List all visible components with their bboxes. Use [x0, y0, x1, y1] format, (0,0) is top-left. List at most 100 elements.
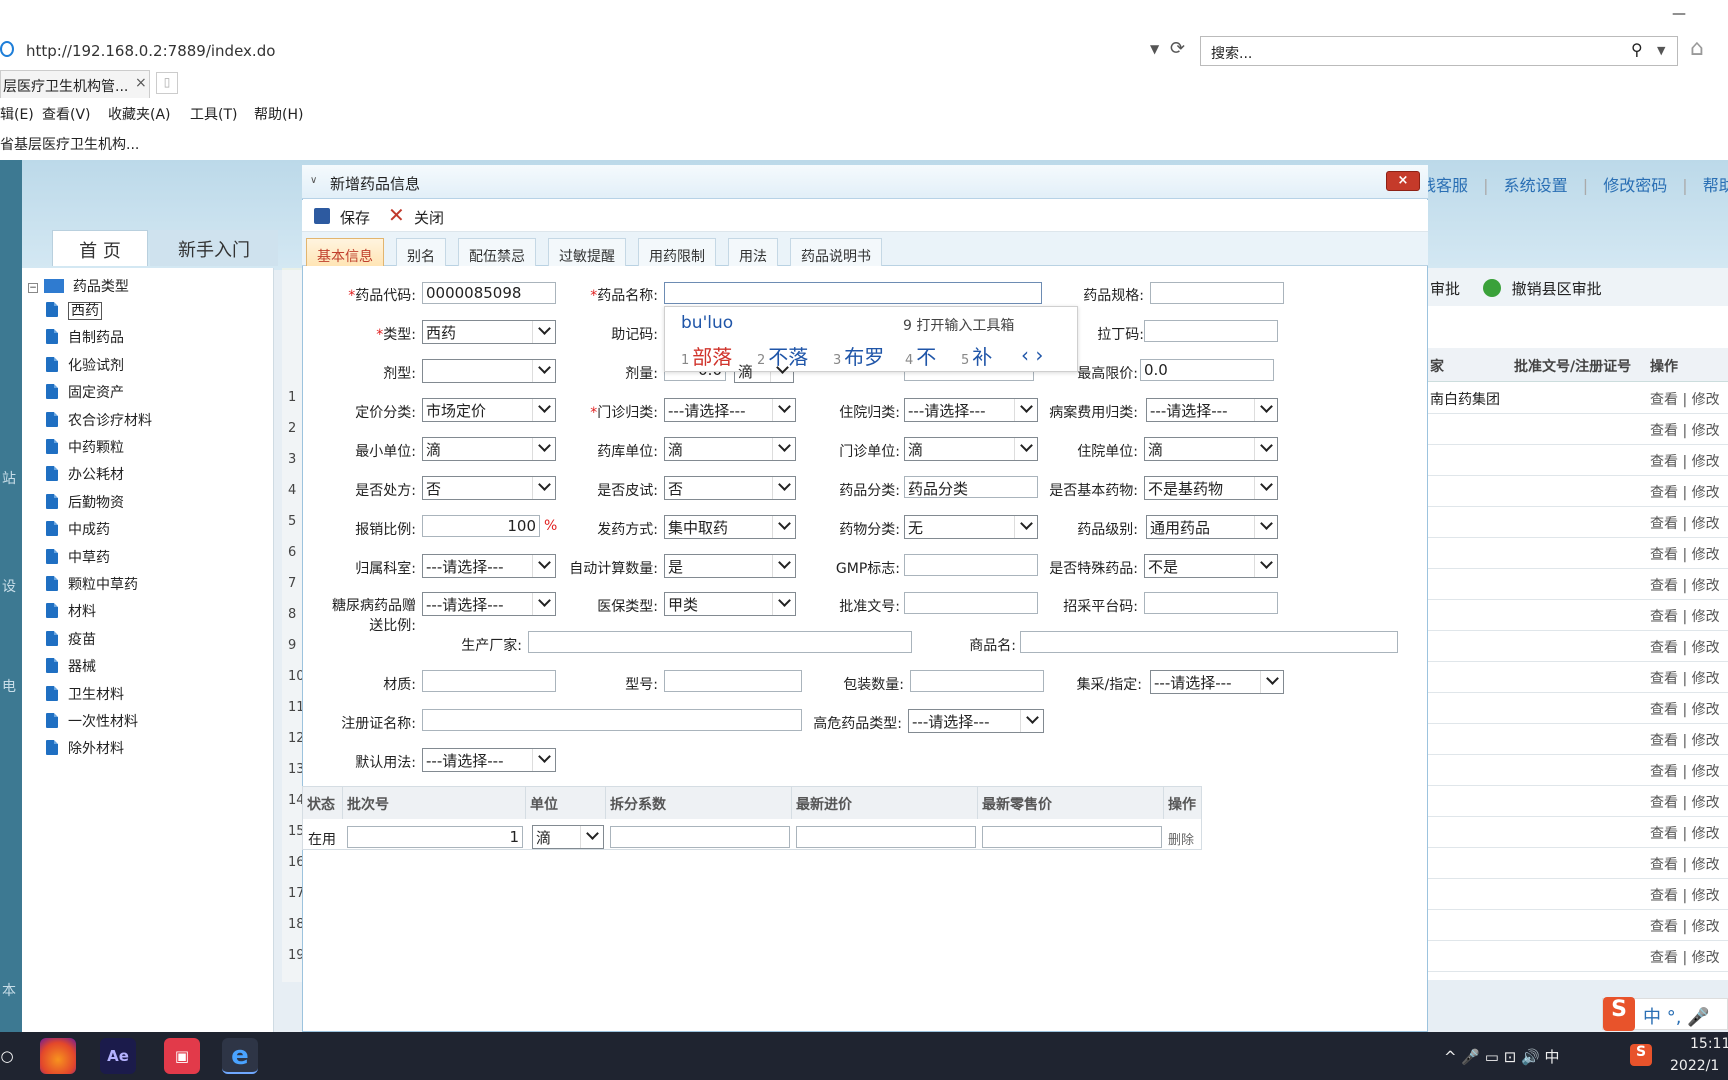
row-actions[interactable]: 查看 | 修改 [1650, 730, 1720, 750]
ime-toolbox-link[interactable]: 9 打开输入工具箱 [903, 315, 1014, 335]
tree-item[interactable]: 固定资产 [46, 382, 124, 404]
row-actions[interactable]: 查看 | 修改 [1650, 513, 1720, 533]
save-button[interactable]: 保存 [340, 207, 370, 228]
table-row[interactable]: 查看 | 修改 [1428, 414, 1728, 445]
table-row[interactable]: 查看 | 修改 [1428, 910, 1728, 941]
tree-item[interactable]: 中成药 [46, 519, 110, 541]
revoke-approval-button[interactable]: 撤销县区审批 [1512, 280, 1602, 298]
maker-input[interactable] [528, 631, 912, 653]
batch-split-input[interactable] [610, 826, 790, 848]
row-actions[interactable]: 查看 | 修改 [1650, 916, 1720, 936]
essential-select[interactable]: 不是基药物 [1144, 476, 1278, 500]
spec-input[interactable] [1150, 282, 1284, 304]
search-dropdown-icon[interactable]: ▼ [1657, 44, 1665, 57]
tab-allergy[interactable]: 过敏提醒 [548, 238, 626, 266]
case-fee-select[interactable]: ---请选择--- [1146, 398, 1278, 422]
insurance-select[interactable]: 甲类 [664, 592, 796, 616]
row-actions[interactable]: 查看 | 修改 [1650, 823, 1720, 843]
ip-unit-select[interactable]: 滴 [1144, 437, 1278, 461]
table-row[interactable]: 查看 | 修改 [1428, 569, 1728, 600]
table-row[interactable]: 查看 | 修改 [1428, 507, 1728, 538]
drug-cat-input[interactable]: 药品分类 [904, 476, 1038, 498]
gmp-input[interactable] [904, 554, 1038, 576]
row-actions[interactable]: 查看 | 修改 [1650, 544, 1720, 564]
table-row[interactable]: 查看 | 修改 [1428, 538, 1728, 569]
tray-sogou-icon[interactable]: S [1630, 1044, 1652, 1066]
trade-input[interactable] [1020, 631, 1398, 653]
row-actions[interactable]: 查看 | 修改 [1650, 420, 1720, 440]
material-input[interactable] [422, 670, 556, 692]
address-bar[interactable]: http://192.168.0.2:7889/index.do [0, 38, 1196, 64]
dept-select[interactable]: ---请选择--- [422, 554, 556, 578]
home-icon[interactable]: ⌂ [1690, 36, 1704, 61]
latin-input[interactable] [1144, 320, 1278, 342]
row-actions[interactable]: 查看 | 修改 [1650, 885, 1720, 905]
link-help[interactable]: 帮助 [1703, 176, 1728, 195]
row-actions[interactable]: 查看 | 修改 [1650, 451, 1720, 471]
ime-candidate[interactable]: 3 布罗 [833, 341, 884, 370]
minimize-button[interactable]: — [1672, 6, 1686, 22]
tab-manual[interactable]: 药品说明书 [790, 238, 882, 266]
row-actions[interactable]: 查看 | 修改 [1650, 637, 1720, 657]
max-price-input[interactable]: 0.0 [1140, 359, 1274, 381]
batch-retail-input[interactable] [982, 826, 1162, 848]
highrisk-select[interactable]: ---请选择--- [908, 709, 1044, 733]
search-icon[interactable]: ⚲ [1631, 40, 1643, 59]
skin-test-select[interactable]: 否 [664, 476, 796, 500]
tree-item[interactable]: 颗粒中草药 [46, 574, 138, 596]
substance-select[interactable]: 无 [904, 515, 1038, 539]
row-actions[interactable]: 查看 | 修改 [1650, 792, 1720, 812]
store-unit-select[interactable]: 滴 [664, 437, 796, 461]
reg-input[interactable] [422, 709, 802, 731]
menu-favorites[interactable]: 收藏夹(A) [108, 104, 171, 124]
dropdown-chevron-icon[interactable]: ▼ [1150, 42, 1159, 56]
favorite-link[interactable]: 省基层医疗卫生机构... [0, 137, 139, 153]
reimburse-input[interactable]: 100 [422, 515, 540, 537]
ime-candidate[interactable]: 4不 [905, 341, 936, 370]
inpatient-select[interactable]: ---请选择--- [904, 398, 1038, 422]
table-row[interactable]: 查看 | 修改 [1428, 755, 1728, 786]
tab-usage[interactable]: 用法 [728, 238, 778, 266]
level-select[interactable]: 通用药品 [1146, 515, 1278, 539]
tree-item[interactable]: 一次性材料 [46, 711, 138, 733]
diabetes-select[interactable]: ---请选择--- [422, 592, 556, 616]
tab-alias[interactable]: 别名 [396, 238, 446, 266]
browser-tab[interactable]: 层医疗卫生机构管... × [0, 70, 150, 98]
table-row[interactable]: 查看 | 修改 [1428, 631, 1728, 662]
start-search-icon[interactable]: ○ [0, 1038, 14, 1074]
dispense-select[interactable]: 集中取药 [664, 515, 796, 539]
ime-candidate[interactable]: 1 部落 [681, 341, 732, 370]
batch-unit-select[interactable]: 滴 [532, 825, 604, 849]
pack-input[interactable] [910, 670, 1044, 692]
table-row[interactable]: 查看 | 修改 [1428, 941, 1728, 972]
tree-item[interactable]: 办公耗材 [46, 464, 124, 486]
op-unit-select[interactable]: 滴 [904, 437, 1038, 461]
name-input[interactable] [664, 282, 1042, 304]
nav-tab-home[interactable]: 首 页 [52, 230, 148, 266]
collapse-chevron-icon[interactable]: ∨ [310, 175, 317, 186]
menu-help[interactable]: 帮助(H) [254, 104, 303, 124]
rx-select[interactable]: 否 [422, 476, 556, 500]
ime-page-arrows-icon[interactable]: ‹ › [1021, 343, 1043, 367]
firefox-icon[interactable] [40, 1038, 76, 1074]
dialog-close-icon[interactable]: × [1386, 171, 1420, 191]
link-password[interactable]: 修改密码 [1603, 176, 1667, 195]
table-row[interactable]: 查看 | 修改 [1428, 786, 1728, 817]
search-input[interactable]: 搜索... ⚲ ▼ [1200, 36, 1678, 66]
row-actions[interactable]: 查看 | 修改 [1650, 606, 1720, 626]
table-row[interactable]: 查看 | 修改 [1428, 600, 1728, 631]
system-tray[interactable]: ^ 🎤 ▭ ⊡ 🔊 中 [1444, 1046, 1560, 1067]
nav-tab-guide[interactable]: 新手入门 [150, 230, 278, 266]
tree-item[interactable]: 中药颗粒 [46, 437, 124, 459]
row-actions[interactable]: 查看 | 修改 [1650, 947, 1720, 967]
procure-select[interactable]: ---请选择--- [1150, 670, 1284, 694]
dosage-form-select[interactable] [422, 359, 556, 383]
clock-time[interactable]: 15:11 [1690, 1036, 1728, 1052]
platform-input[interactable] [1144, 592, 1278, 614]
tree-item[interactable]: 中草药 [46, 547, 110, 569]
approve-button[interactable]: 审批 [1430, 280, 1460, 298]
row-actions[interactable]: 查看 | 修改 [1650, 389, 1720, 409]
batch-number-input[interactable]: 1 [347, 826, 523, 848]
row-actions[interactable]: 查看 | 修改 [1650, 668, 1720, 688]
table-row[interactable]: 查看 | 修改 [1428, 817, 1728, 848]
